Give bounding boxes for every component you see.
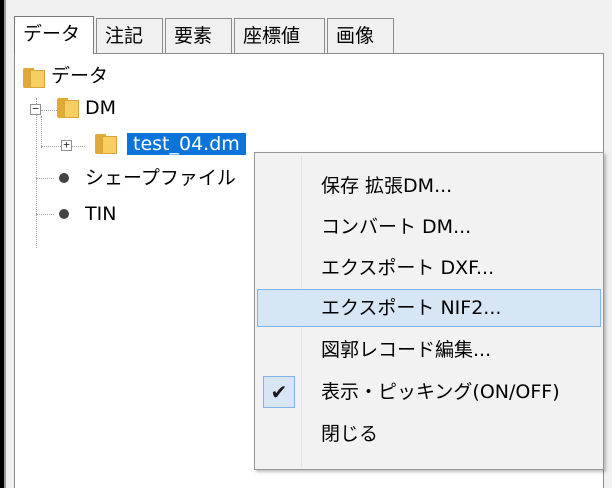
folder-icon (23, 68, 45, 88)
tree-node-tin[interactable]: TIN (85, 200, 116, 228)
folder-icon (95, 134, 117, 154)
menu-item-convert-dm[interactable]: コンバート DM... (257, 208, 601, 246)
bullet-icon (59, 173, 69, 183)
tab-images[interactable]: 画像 (327, 18, 394, 53)
tree-node-data[interactable]: データ (51, 62, 108, 90)
expander-plus-icon[interactable]: + (61, 139, 72, 151)
menu-item-export-nif2[interactable]: エクスポート NIF2... (257, 289, 601, 327)
window-frame-left-inner (4, 0, 6, 488)
folder-icon (57, 98, 79, 118)
tree-guide-line (36, 214, 54, 215)
menu-item-close[interactable]: 閉じる (257, 415, 601, 453)
tree-guide-line (41, 116, 42, 148)
tab-coordinates[interactable]: 座標値 (234, 18, 325, 53)
menu-item-export-dxf[interactable]: エクスポート DXF... (257, 249, 601, 287)
bullet-icon (59, 209, 69, 219)
tree-node-dm[interactable]: DM (85, 94, 116, 122)
menu-item-label: 表示・ピッキング(ON/OFF) (321, 381, 560, 403)
menu-item-save-extended-dm[interactable]: 保存 拡張DM... (257, 167, 601, 205)
menu-item-label: エクスポート DXF... (321, 257, 495, 279)
expander-minus-icon[interactable]: − (30, 103, 41, 115)
context-menu: 保存 拡張DM... コンバート DM... エクスポート DXF... エクス… (254, 152, 604, 470)
checkmark-icon: ✔ (263, 376, 295, 408)
tree-guide-line (36, 98, 37, 248)
menu-item-label: 図郭レコード編集... (321, 339, 492, 361)
menu-item-display-picking-toggle[interactable]: ✔ 表示・ピッキング(ON/OFF) (257, 373, 601, 411)
tab-data[interactable]: データ (14, 16, 94, 54)
tree-node-shapefile[interactable]: シェープファイル (85, 164, 236, 192)
tab-notes[interactable]: 注記 (96, 18, 163, 53)
menu-item-label: 閉じる (321, 423, 379, 445)
menu-item-label: コンバート DM... (321, 216, 472, 238)
selected-node-label: test_04.dm (127, 133, 246, 155)
menu-item-label: 保存 拡張DM... (321, 175, 453, 197)
menu-item-edit-map-record[interactable]: 図郭レコード編集... (257, 331, 601, 369)
menu-item-label: エクスポート NIF2... (321, 297, 502, 319)
tree-guide-line (36, 178, 54, 179)
tree-node-test-04-dm[interactable]: test_04.dm (127, 130, 246, 158)
tab-elements[interactable]: 要素 (165, 18, 232, 53)
